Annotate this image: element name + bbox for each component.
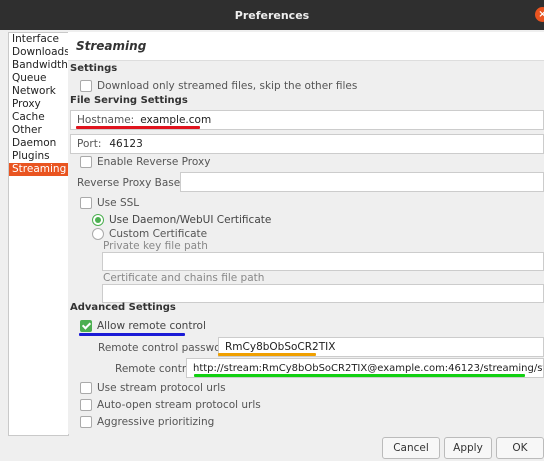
aggressive-checkbox[interactable] [80,416,92,428]
allow-remote-annotation-underline [79,333,185,336]
cert-custom-row[interactable]: Custom Certificate [92,228,207,240]
page-title: Streaming [68,32,544,61]
use-ssl-row[interactable]: Use SSL [80,197,139,209]
private-key-input[interactable] [102,252,544,271]
remote-password-label: Remote control password: [98,342,235,354]
stream-protocol-label: Use stream protocol urls [97,382,226,394]
apply-button[interactable]: Apply [444,437,492,459]
cert-daemon-row[interactable]: Use Daemon/WebUI Certificate [92,214,271,226]
auto-open-row[interactable]: Auto-open stream protocol urls [80,399,261,411]
aggressive-label: Aggressive prioritizing [97,416,215,428]
sidebar-item-daemon[interactable]: Daemon [9,137,68,150]
reverse-proxy-label: Enable Reverse Proxy [97,156,211,168]
download-only-row[interactable]: Download only streamed files, skip the o… [80,80,357,92]
sidebar-item-plugins[interactable]: Plugins [9,150,68,163]
streaming-panel: Streaming Settings Download only streame… [68,32,544,434]
cert-chain-label: Certificate and chains file path [103,272,265,284]
sidebar-item-other[interactable]: Other [9,124,68,137]
close-icon[interactable]: × [535,7,544,22]
use-ssl-label: Use SSL [97,197,140,209]
remote-password-annotation-underline [218,353,316,356]
auto-open-label: Auto-open stream protocol urls [97,399,261,411]
allow-remote-checkbox[interactable] [80,320,92,332]
cert-custom-label: Custom Certificate [109,228,208,240]
hostname-value: example.com [140,114,212,126]
port-label: Port: [77,138,102,150]
remote-url-annotation-underline [194,374,525,377]
hostname-label: Hostname: [77,114,135,126]
window-title: Preferences [234,8,310,22]
cert-custom-radio[interactable] [92,228,104,240]
reverse-proxy-base-input[interactable] [180,172,544,192]
port-value: 46123 [109,138,143,150]
sidebar-item-streaming[interactable]: Streaming [9,163,68,176]
hostname-annotation-underline [76,126,200,129]
ok-button[interactable]: OK [496,437,544,459]
reverse-proxy-row[interactable]: Enable Reverse Proxy [80,156,210,168]
cancel-button[interactable]: Cancel [382,437,440,459]
use-ssl-checkbox[interactable] [80,197,92,209]
sidebar-item-downloads[interactable]: Downloads [9,46,70,59]
sidebar-item-interface[interactable]: Interface [9,33,68,46]
stream-protocol-row[interactable]: Use stream protocol urls [80,382,226,394]
port-field[interactable]: Port: 46123 [70,134,544,154]
settings-header: Settings [70,63,118,74]
reverse-proxy-checkbox[interactable] [80,156,92,168]
stream-protocol-checkbox[interactable] [80,382,92,394]
sidebar-item-queue[interactable]: Queue [9,72,68,85]
sidebar-item-network[interactable]: Network [9,85,68,98]
preferences-sidebar: Interface Downloads Bandwidth Queue Netw… [8,32,70,436]
cert-daemon-label: Use Daemon/WebUI Certificate [109,214,272,226]
cert-chain-input[interactable] [102,284,544,303]
window-titlebar: Preferences × [0,0,544,30]
aggressive-row[interactable]: Aggressive prioritizing [80,416,214,428]
auto-open-checkbox[interactable] [80,399,92,411]
cert-daemon-radio[interactable] [92,214,104,226]
download-only-checkbox[interactable] [80,80,92,92]
advanced-header: Advanced Settings [70,302,176,313]
sidebar-item-cache[interactable]: Cache [9,111,68,124]
sidebar-item-proxy[interactable]: Proxy [9,98,68,111]
allow-remote-row[interactable]: Allow remote control [80,320,206,332]
file-serving-header: File Serving Settings [70,95,188,106]
private-key-label: Private key file path [103,240,208,252]
allow-remote-label: Allow remote control [97,320,206,332]
sidebar-item-bandwidth[interactable]: Bandwidth [9,59,68,72]
download-only-label: Download only streamed files, skip the o… [97,80,358,92]
